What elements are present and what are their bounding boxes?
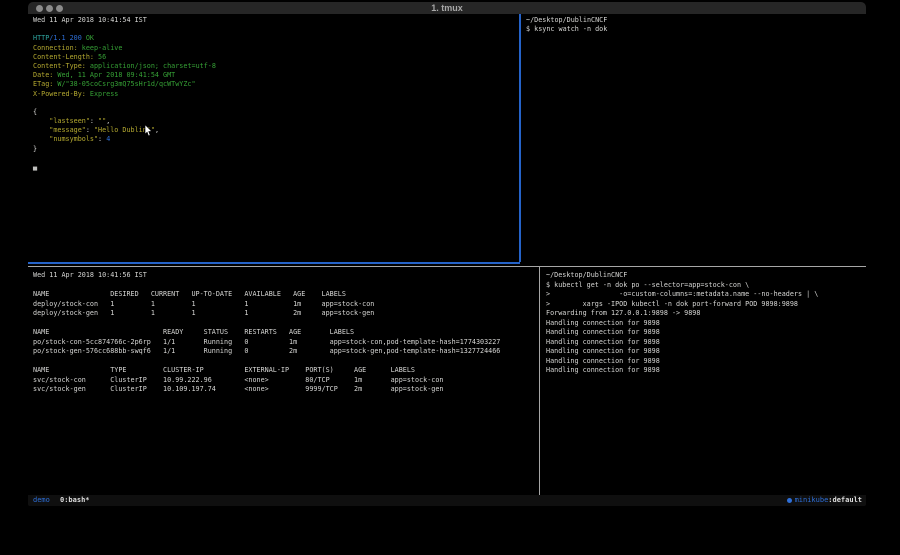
terminal-line: Forwarding from 127.0.0.1:9898 -> 9898 <box>546 309 866 319</box>
terminal-area: Wed 11 Apr 2018 10:41:54 IST HTTP/1.1 200… <box>28 14 866 495</box>
terminal-line: Handling connection for 9898 <box>546 366 866 376</box>
window-titlebar[interactable]: 1. tmux <box>28 2 866 14</box>
terminal-line: $ kubectl get -n dok po --selector=app=s… <box>546 281 866 291</box>
terminal-line: "lastseen": "", <box>33 117 524 126</box>
terminal-line <box>33 319 544 329</box>
terminal-line: ▄ <box>33 163 524 172</box>
desktop-background: 1. tmux Wed 11 Apr 2018 10:41:54 IST HTTP… <box>0 0 900 555</box>
terminal-line <box>33 99 524 108</box>
active-window-label[interactable]: 0:bash* <box>60 495 90 506</box>
kube-context: minikube <box>795 495 829 506</box>
terminal-line: HTTP/1.1 200 OK <box>33 34 524 43</box>
terminal-line <box>33 154 524 163</box>
terminal-line: "message": "Hello Dublin!", <box>33 126 524 135</box>
terminal-line: ~/Desktop/DublinCNCF <box>526 16 866 25</box>
pane-ksync-watch[interactable]: ~/Desktop/DublinCNCF$ ksync watch -n dok <box>521 14 866 268</box>
terminal-line: Handling connection for 9898 <box>546 338 866 348</box>
terminal-line: svc/stock-con ClusterIP 10.99.222.96 <no… <box>33 376 544 386</box>
pane-border-vertical-active[interactable] <box>519 14 521 262</box>
terminal-line: Handling connection for 9898 <box>546 347 866 357</box>
pane-http-response[interactable]: Wed 11 Apr 2018 10:41:54 IST HTTP/1.1 200… <box>28 14 524 264</box>
terminal-line: Content-Length: 56 <box>33 53 524 62</box>
terminal-line: NAME DESIRED CURRENT UP-TO-DATE AVAILABL… <box>33 290 544 300</box>
terminal-line: deploy/stock-con 1 1 1 1 1m app=stock-co… <box>33 300 544 310</box>
tmux-status-bar: demo 0:bash* minikube:default <box>28 495 866 506</box>
pane-border-horizontal[interactable] <box>28 266 866 267</box>
terminal-line: Handling connection for 9898 <box>546 319 866 329</box>
terminal-line: { <box>33 108 524 117</box>
pane-border-vertical[interactable] <box>539 267 540 495</box>
terminal-line <box>33 281 544 291</box>
terminal-line: Date: Wed, 11 Apr 2018 09:41:54 GMT <box>33 71 524 80</box>
status-right: minikube:default <box>787 495 862 506</box>
terminal-line: Handling connection for 9898 <box>546 328 866 338</box>
terminal-line: > xargs -IPOD kubectl -n dok port-forwar… <box>546 300 866 310</box>
session-name: demo <box>33 495 50 506</box>
terminal-line: svc/stock-gen ClusterIP 10.109.197.74 <n… <box>33 385 544 395</box>
terminal-line: Wed 11 Apr 2018 10:41:56 IST <box>33 271 544 281</box>
terminal-line: ~/Desktop/DublinCNCF <box>546 271 866 281</box>
pane-kubectl-get[interactable]: Wed 11 Apr 2018 10:41:56 IST NAME DESIRED… <box>28 268 544 495</box>
terminal-line <box>33 357 544 367</box>
terminal-line: deploy/stock-gen 1 1 1 1 2m app=stock-ge… <box>33 309 544 319</box>
terminal-window: 1. tmux Wed 11 Apr 2018 10:41:54 IST HTTP… <box>28 2 866 506</box>
terminal-line: > -o=custom-columns=:metadata.name --no-… <box>546 290 866 300</box>
terminal-line: } <box>33 145 524 154</box>
terminal-line: X-Powered-By: Express <box>33 90 524 99</box>
terminal-line: NAME READY STATUS RESTARTS AGE LABELS <box>33 328 544 338</box>
pane-border-horizontal-active[interactable] <box>28 262 520 264</box>
pane-port-forward[interactable]: ~/Desktop/DublinCNCF$ kubectl get -n dok… <box>541 268 866 495</box>
terminal-line: po/stock-con-5cc874766c-2p6rp 1/1 Runnin… <box>33 338 544 348</box>
kube-namespace: :default <box>828 495 862 506</box>
terminal-line: po/stock-gen-576cc688bb-swqf6 1/1 Runnin… <box>33 347 544 357</box>
terminal-line: $ ksync watch -n dok <box>526 25 866 34</box>
kubernetes-icon <box>787 498 792 503</box>
terminal-line: Content-Type: application/json; charset=… <box>33 62 524 71</box>
terminal-line: Wed 11 Apr 2018 10:41:54 IST <box>33 16 524 25</box>
window-title: 1. tmux <box>28 3 866 13</box>
terminal-line: NAME TYPE CLUSTER-IP EXTERNAL-IP PORT(S)… <box>33 366 544 376</box>
terminal-line: "numsymbols": 4 <box>33 135 524 144</box>
terminal-line <box>33 25 524 34</box>
terminal-line: ETag: W/"38-05coCsrg3mQ75sHr1d/qcWTwYZc" <box>33 80 524 89</box>
terminal-line: Connection: keep-alive <box>33 44 524 53</box>
terminal-line: Handling connection for 9898 <box>546 357 866 367</box>
